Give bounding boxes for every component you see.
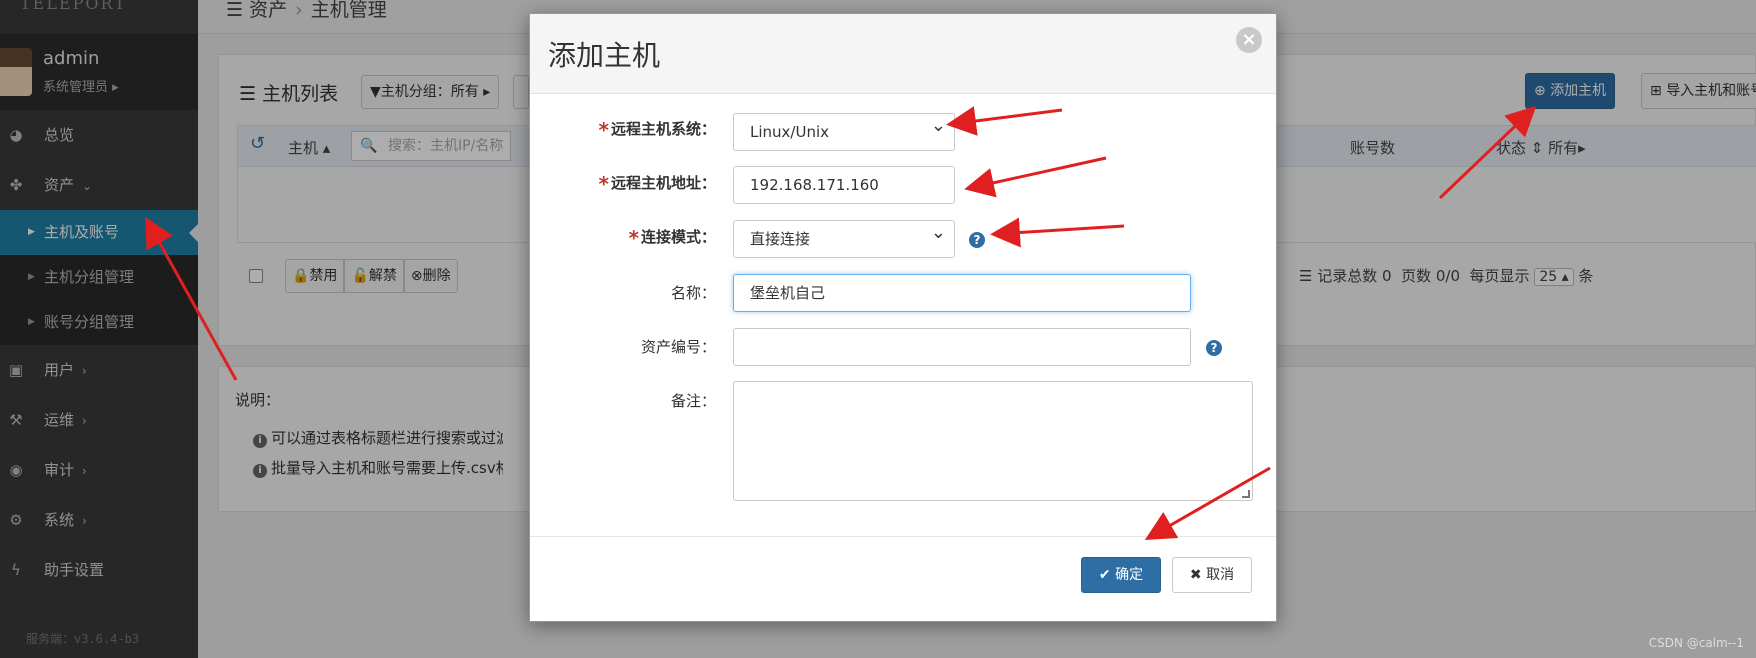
mode-label: * 连接模式： xyxy=(629,226,716,250)
required-icon: * xyxy=(598,118,609,142)
connection-mode-select[interactable]: 直接连接 xyxy=(733,215,955,258)
os-select[interactable]: Linux/Unix xyxy=(733,108,955,151)
name-input[interactable]: 堡垒机自己 xyxy=(733,274,1191,312)
mode-label-text: 连接模式： xyxy=(640,228,716,246)
confirm-label: 确定 xyxy=(1115,567,1144,583)
required-icon: * xyxy=(598,172,609,196)
add-host-dialog: 添加主机 × *远程主机系统： Linux/Unix *远程主机地址： 192.… xyxy=(529,13,1277,622)
close-button[interactable]: × xyxy=(1236,27,1262,53)
dialog-footer: ✔ 确定 ✖ 取消 xyxy=(530,536,1276,621)
close-icon: ✖ xyxy=(1189,567,1207,583)
remark-label: 备注： xyxy=(670,392,716,410)
name-label: 名称： xyxy=(670,284,716,302)
dialog-header: 添加主机 × xyxy=(530,14,1276,94)
check-icon: ✔ xyxy=(1098,567,1116,583)
address-label-text: 远程主机地址： xyxy=(610,174,716,192)
os-label-text: 远程主机系统： xyxy=(610,120,716,138)
address-label: * 远程主机地址： xyxy=(599,172,716,196)
os-label: * 远程主机系统： xyxy=(599,118,716,142)
resize-handle-icon[interactable] xyxy=(1242,490,1250,498)
dialog-title: 添加主机 xyxy=(548,39,661,72)
cancel-label: 取消 xyxy=(1206,567,1235,583)
cancel-button[interactable]: ✖ 取消 xyxy=(1172,557,1252,593)
remark-textarea[interactable] xyxy=(733,381,1253,501)
asset-number-input[interactable] xyxy=(733,328,1191,366)
required-icon: * xyxy=(628,226,639,250)
mode-help-icon[interactable]: ? xyxy=(969,232,985,248)
watermark: CSDN @calm--1 xyxy=(1648,636,1744,650)
confirm-button[interactable]: ✔ 确定 xyxy=(1081,557,1161,593)
asset-no-help-icon[interactable]: ? xyxy=(1206,340,1222,356)
address-input[interactable]: 192.168.171.160 xyxy=(733,166,955,204)
asset-no-label: 资产编号： xyxy=(640,338,716,356)
close-icon: × xyxy=(1241,29,1257,50)
